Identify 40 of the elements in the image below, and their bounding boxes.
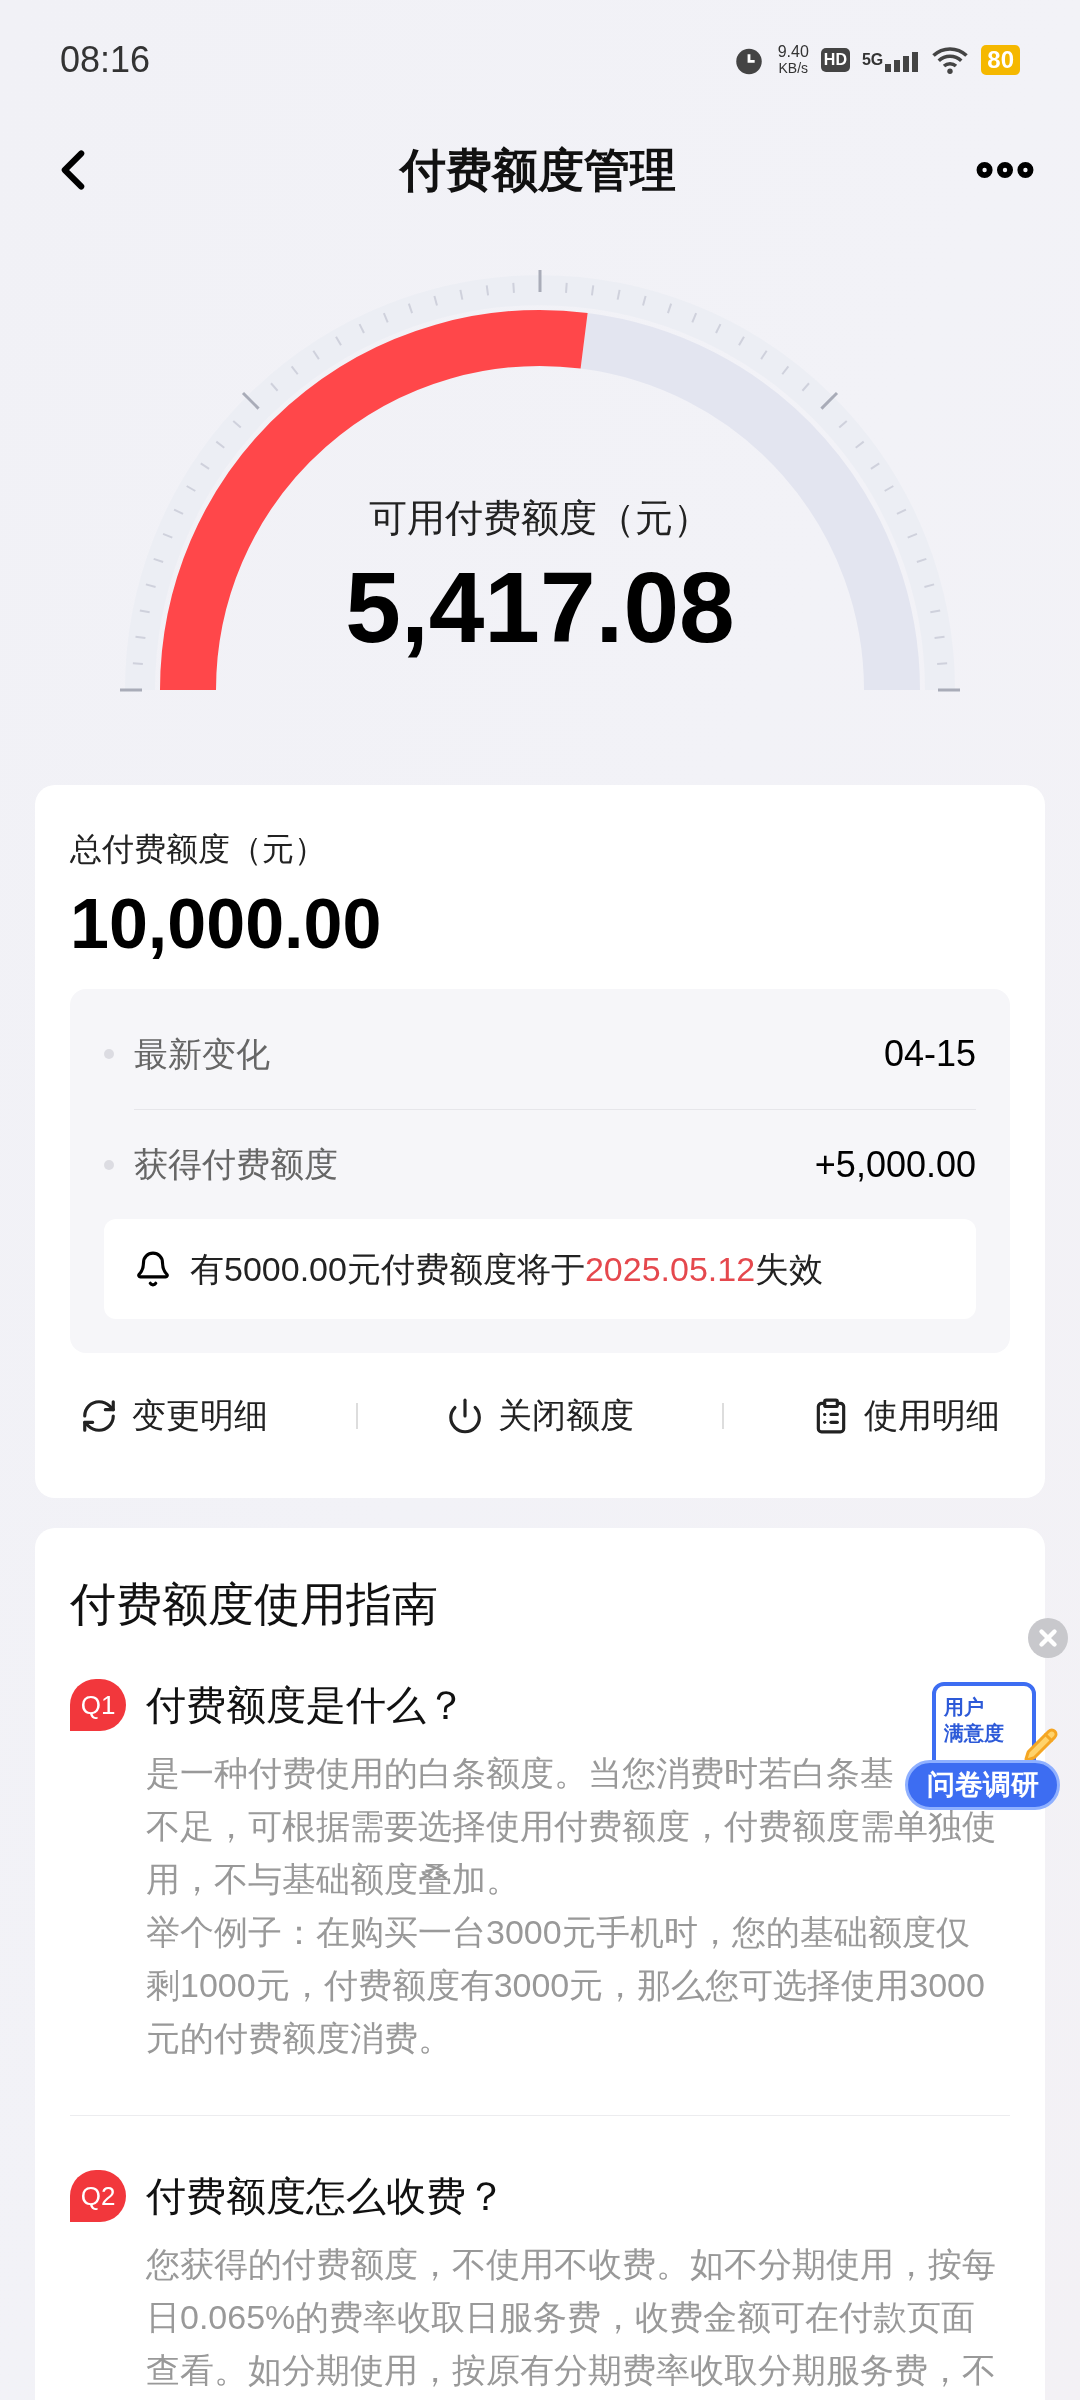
action-button[interactable]: 使用明细 [812,1390,1000,1441]
power-icon [446,1396,484,1435]
action-button[interactable]: 变更明细 [80,1390,268,1441]
hd-indicator: HD [820,48,850,72]
survey-button[interactable]: 问卷调研 [905,1760,1060,1810]
answer-line: 查看。如分期使用，按原有分期费率收取分期服务费，不 [146,2350,996,2391]
detail-value: 04-15 [883,1032,976,1076]
detail-value: +5,000.00 [814,1142,976,1187]
status-time: 08:16 [60,38,151,82]
answer-line: 用，不与基础额度叠加。 [146,1859,520,1900]
total-amount: 10,000.00 [70,884,383,965]
battery-indicator: 80 [981,45,1020,75]
guide-title: 付费额度使用指南 [70,1577,439,1632]
survey-caption: 用户 [944,1695,985,1720]
answer-line: 您获得的付费额度，不使用不收费。如不分期使用，按每 [146,2244,996,2285]
answer-line: 是一种付费使用的白条额度。当您消费时若白条基 [146,1753,894,1794]
total-label: 总付费额度（元） [70,830,327,869]
question-title: 付费额度是什么？ [146,1682,466,1729]
signal-icon [885,52,920,72]
notice-text: 有5000.00元付费额度将于2025.05.12失效 [190,1248,824,1290]
question-title: 付费额度怎么收费？ [146,2173,506,2220]
network-speed: 9.40 [777,44,809,60]
detail-label: 最新变化 [134,1033,270,1075]
survey-caption: 满意度 [944,1721,1005,1746]
gauge-label: 可用付费额度（元） [369,496,711,541]
detail-label: 获得付费额度 [134,1144,338,1185]
network-type: 5G [861,50,884,70]
question-badge: Q1 [70,1679,126,1731]
network-speed-unit: KB/s [778,60,809,76]
pencil-icon [1023,1727,1059,1763]
action-button[interactable]: 关闭额度 [446,1390,634,1441]
page-title: 付费额度管理 [400,142,676,198]
answer-line: 举个例子：在购买一台3000元手机时，您的基础额度仅 [146,1912,970,1953]
wifi-icon [931,45,970,75]
answer-line: 日0.065%的费率收取日服务费，收费金额可在付款页面 [146,2297,976,2338]
question-badge: Q2 [70,2170,126,2222]
answer-line: 元的付费额度消费。 [146,2018,452,2059]
answer-line: 剩1000元，付费额度有3000元，那么您可选择使用3000 [146,1965,985,2006]
available-amount: 5,417.08 [345,550,735,665]
bell-icon [134,1250,172,1288]
